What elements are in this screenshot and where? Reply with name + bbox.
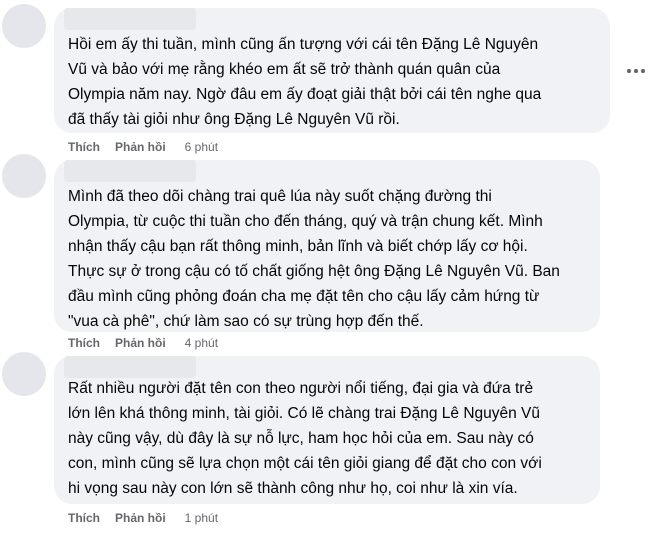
comment-text: Mình đã theo dõi chàng trai quê lúa này … (68, 188, 560, 330)
comment-actions: Thích Phản hồi 1 phút (68, 511, 233, 525)
like-button[interactable]: Thích (68, 336, 100, 350)
more-options-icon[interactable] (626, 66, 646, 76)
reply-button[interactable]: Phản hồi (115, 336, 166, 350)
comment-actions: Thích Phản hồi 6 phút (68, 140, 233, 154)
comment-bubble: Mình đã theo dõi chàng trai quê lúa này … (54, 160, 600, 332)
comment-actions: Thích Phản hồi 4 phút (68, 336, 233, 350)
avatar[interactable] (2, 154, 46, 198)
comment-bubble: Rất nhiều người đặt tên con theo người n… (54, 356, 600, 504)
author-name[interactable] (64, 356, 196, 378)
avatar[interactable] (2, 4, 46, 48)
author-name[interactable] (64, 8, 196, 30)
avatar[interactable] (2, 352, 46, 396)
author-name[interactable] (64, 160, 196, 182)
reply-button[interactable]: Phản hồi (115, 511, 166, 525)
comment-time[interactable]: 6 phút (185, 140, 218, 154)
comment-text: Hồi em ấy thi tuần, mình cũng ấn tượng v… (68, 36, 542, 128)
comment-bubble: Hồi em ấy thi tuần, mình cũng ấn tượng v… (54, 8, 610, 133)
comment-time[interactable]: 1 phút (185, 511, 218, 525)
like-button[interactable]: Thích (68, 511, 100, 525)
comment-time[interactable]: 4 phút (185, 336, 218, 350)
comment-text: Rất nhiều người đặt tên con theo người n… (68, 380, 542, 497)
like-button[interactable]: Thích (68, 140, 100, 154)
reply-button[interactable]: Phản hồi (115, 140, 166, 154)
